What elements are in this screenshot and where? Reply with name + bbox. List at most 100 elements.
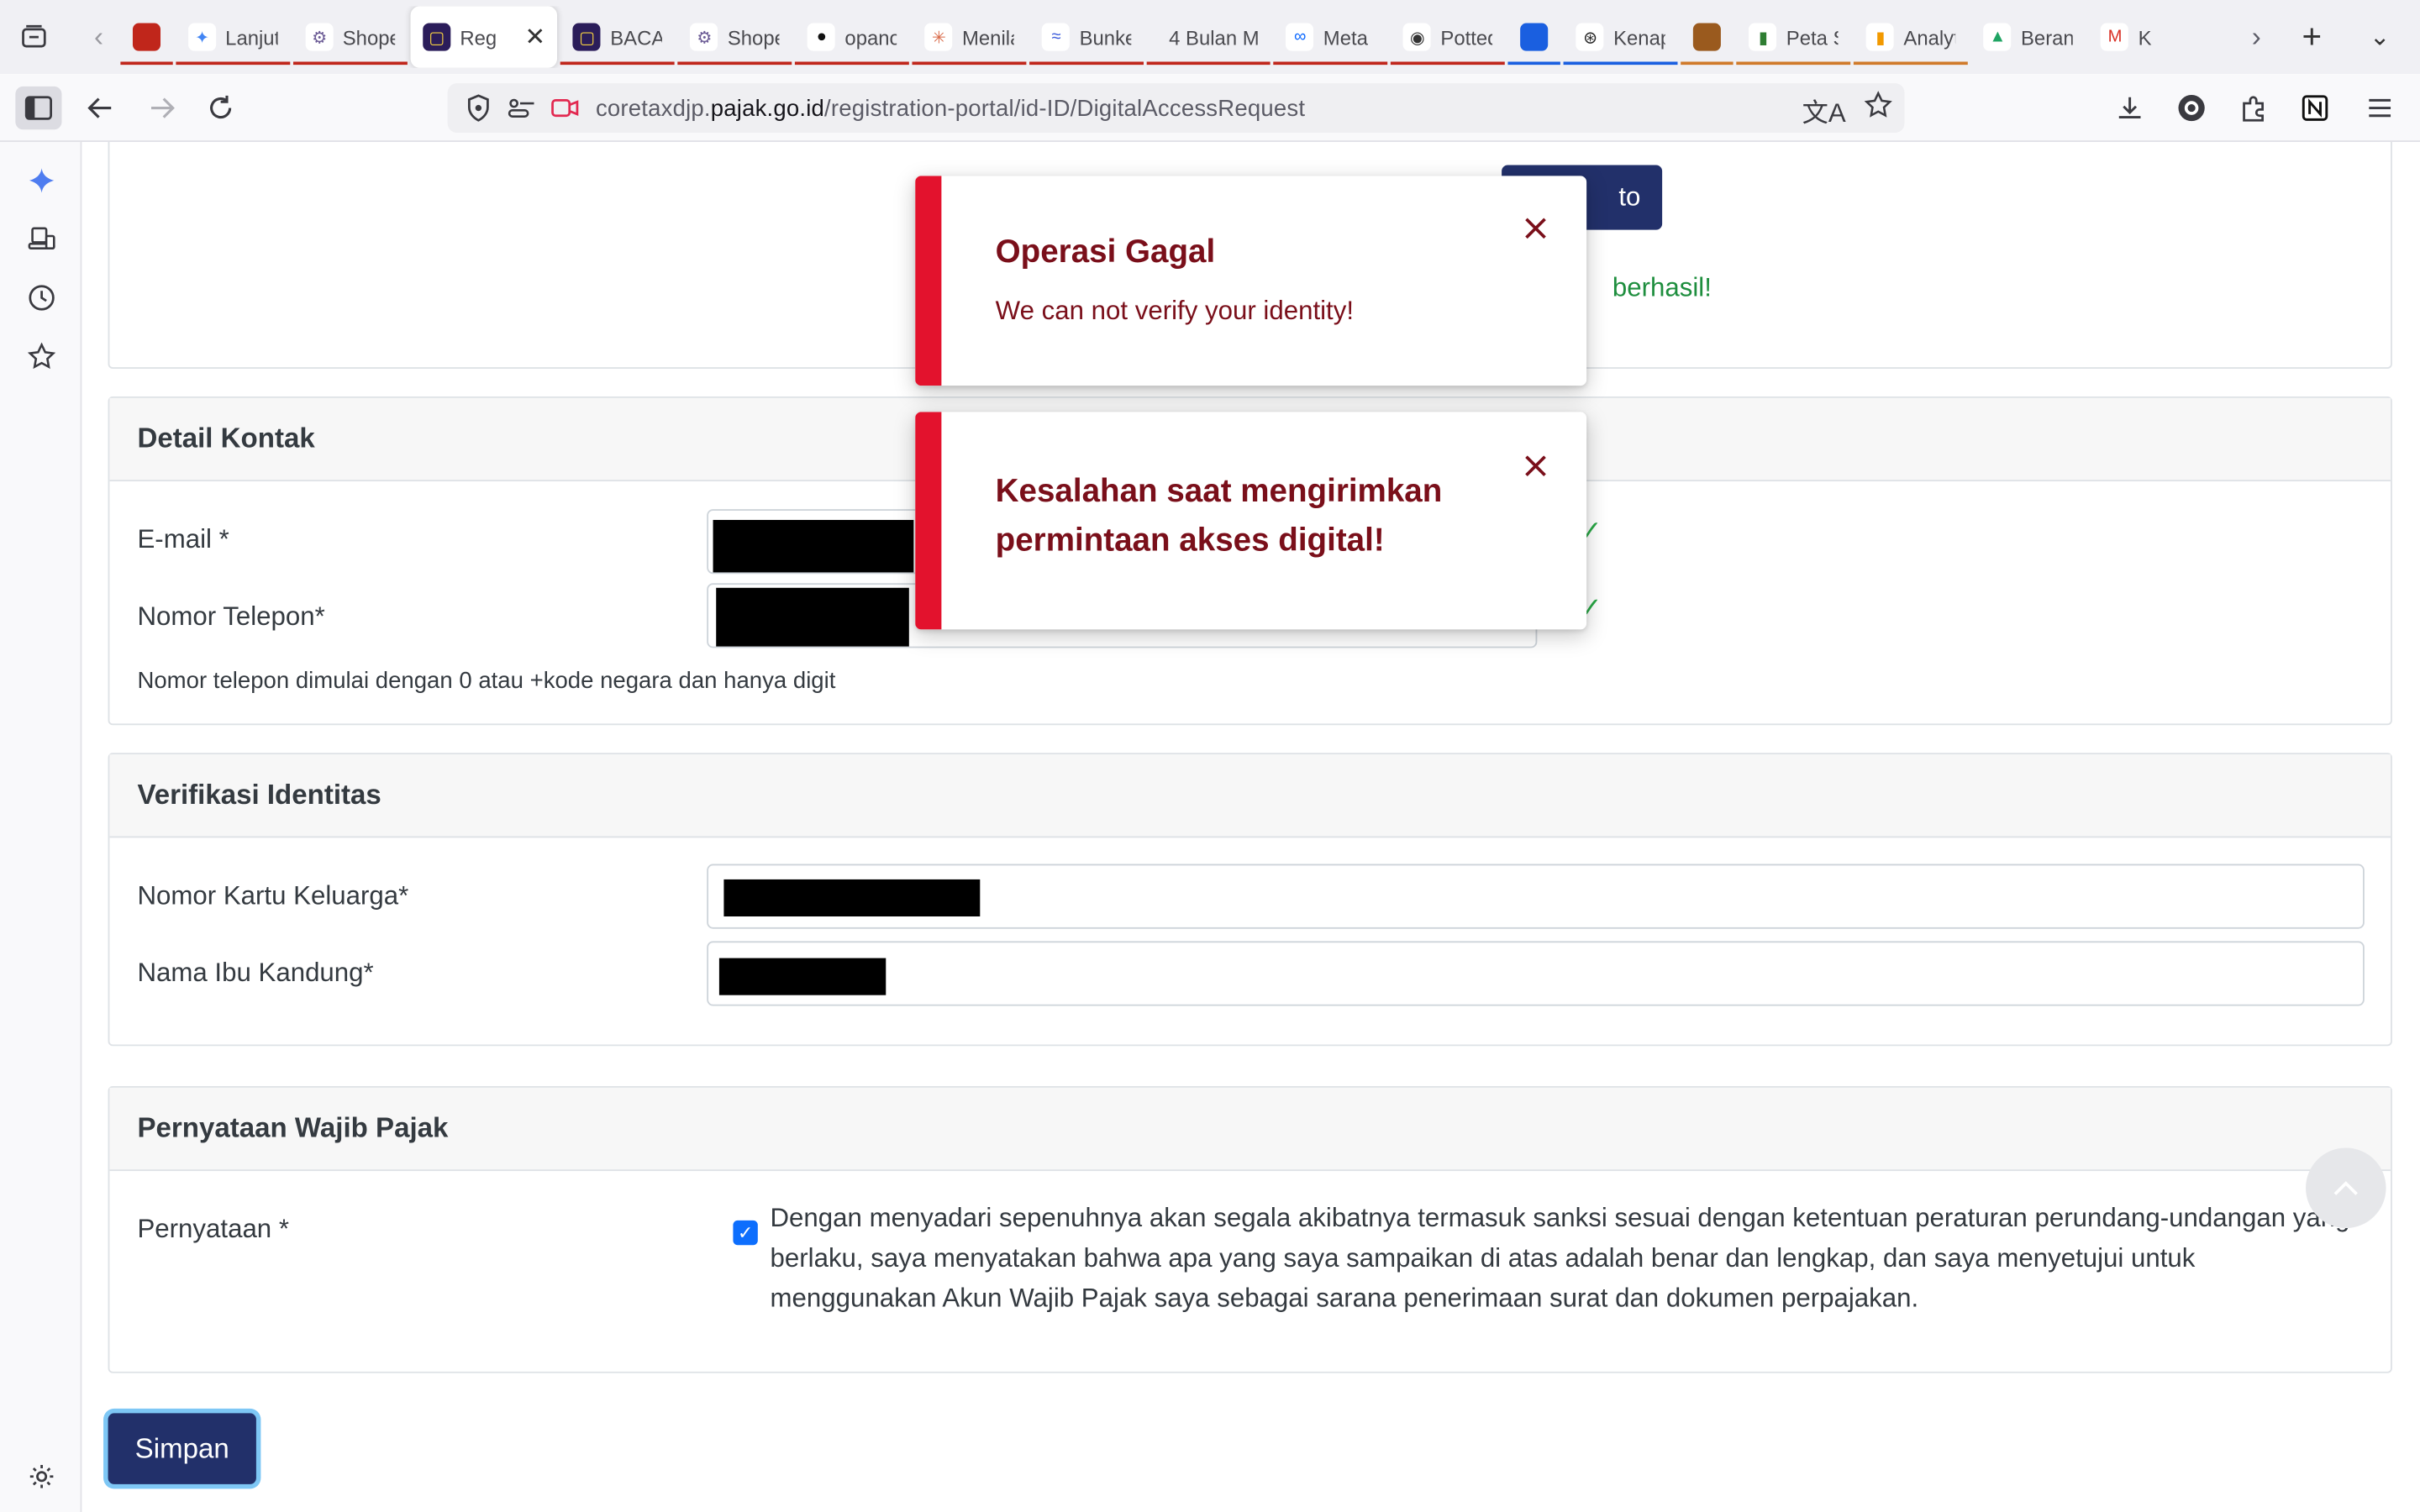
identity-verification-card: Verifikasi Identitas Nomor Kartu Keluarg… [108, 753, 2392, 1047]
scroll-to-top-button[interactable] [2306, 1147, 2386, 1229]
error-toast-submit-failed: Kesalahan saat mengirimkan permintaan ak… [915, 412, 1587, 630]
ai-chatbot-icon[interactable] [22, 160, 62, 201]
camera-blocked-icon[interactable] [550, 92, 581, 123]
tab-group-underline [1029, 61, 1144, 66]
phone-label: Nomor Telepon* [137, 601, 325, 632]
statement-agree-checkbox[interactable]: ✓ [733, 1220, 758, 1246]
tab-favicon-icon: ◉ [1403, 23, 1432, 51]
statement-text: Dengan menyadari sepenuhnya akan segala … [770, 1203, 2350, 1314]
history-icon[interactable] [22, 278, 62, 318]
tab-group-underline [1508, 61, 1561, 66]
browser-tab[interactable] [1681, 6, 1734, 67]
tab-label: Menila [962, 25, 1014, 49]
browser-tab[interactable] [1508, 6, 1561, 67]
reload-icon[interactable] [197, 87, 244, 129]
account-icon[interactable] [2170, 87, 2212, 129]
toast-error-stripe [915, 176, 942, 386]
tab-group-underline [176, 61, 291, 66]
tab-overview-icon[interactable] [15, 18, 52, 55]
tab-group-underline [913, 61, 1028, 66]
phone-help-text: Nomor telepon dimulai dengan 0 atau +kod… [137, 668, 836, 695]
tab-group-underline [1681, 61, 1734, 66]
browser-tab[interactable]: MK [2089, 6, 2203, 67]
redacted-phone [716, 587, 909, 647]
tab-favicon-icon: ▢ [423, 23, 451, 51]
bookmarks-icon[interactable] [22, 336, 62, 376]
redacted-family-card [723, 879, 981, 916]
browser-tab[interactable]: ⚙ Shope [678, 6, 792, 67]
url-text: coretaxdjp.pajak.go.id/registration-port… [595, 94, 1306, 122]
tab-group-underline [560, 61, 676, 66]
browser-tab[interactable]: ▮ Analyt [1854, 6, 1969, 67]
downloads-icon[interactable] [2108, 87, 2151, 129]
tracking-protection-icon[interactable] [463, 92, 494, 123]
taxpayer-statement-title: Pernyataan Wajib Pajak [109, 1087, 2391, 1172]
redacted-email [713, 519, 914, 573]
tab-label: 4 Bulan M [1169, 25, 1259, 49]
tab-scroll-left-icon[interactable]: ‹ [83, 18, 114, 55]
close-tab-icon[interactable]: ✕ [524, 22, 545, 53]
new-tab-icon[interactable]: + [2291, 15, 2333, 58]
back-icon[interactable] [77, 87, 124, 129]
family-card-number-field[interactable] [707, 864, 2365, 929]
tab-label: opano [844, 25, 897, 49]
close-icon[interactable] [1518, 449, 1552, 482]
site-permissions-icon[interactable] [506, 92, 537, 123]
tab-scroll-right-icon[interactable]: › [2241, 18, 2272, 55]
tab-favicon-icon: ▢ [573, 23, 602, 51]
list-all-tabs-icon[interactable]: ⌄ [2358, 15, 2401, 58]
browser-tab[interactable]: ≈ Bunke [1029, 6, 1144, 67]
tab-group-underline [292, 61, 408, 66]
address-bar[interactable]: coretaxdjp.pajak.go.id/registration-port… [447, 83, 1905, 133]
tab-label: Potted [1440, 25, 1493, 49]
tab-label: Kenap [1613, 25, 1666, 49]
browser-tab[interactable]: ● opano [795, 6, 910, 67]
translate-icon[interactable]: 文A [1802, 91, 1846, 129]
sidebar-settings-icon[interactable] [22, 1457, 62, 1497]
toast-title: Operasi Gagal [995, 234, 1216, 270]
save-button[interactable]: Simpan [108, 1413, 256, 1484]
app-menu-icon[interactable] [2358, 87, 2401, 129]
browser-tab[interactable]: ✦ Lanjut [176, 6, 291, 67]
identity-verification-title: Verifikasi Identitas [109, 754, 2391, 838]
extensions-icon[interactable] [2232, 87, 2275, 129]
tab-group-underline [1564, 61, 1679, 66]
sidebar-toggle-icon[interactable] [15, 86, 62, 130]
browser-tab[interactable]: ▲ Beran [1971, 6, 2086, 67]
tab-group-underline [1147, 61, 1271, 66]
toast-error-stripe [915, 412, 942, 630]
forward-icon[interactable] [139, 87, 185, 129]
tab-favicon-icon: ✦ [188, 23, 217, 51]
browser-tab[interactable]: ◉ Potted [1391, 6, 1506, 67]
error-toast-operation-failed: Operasi Gagal We can not verify your ide… [915, 176, 1587, 386]
tab-group-underline [1274, 61, 1388, 66]
bookmark-star-icon[interactable] [1864, 91, 1892, 129]
tab-label: Reg [460, 25, 497, 49]
tab-favicon-icon: ∞ [1286, 23, 1314, 51]
tab-label: Peta S [1786, 25, 1839, 49]
browser-tab[interactable] [120, 6, 173, 67]
tab-list: ✦ Lanjut ⚙ Shope ▢ Reg ✕ ▢ BACA ⚙ Shope ● opano ✳ Meni… [120, 6, 2219, 68]
tab-favicon-icon: ≈ [1042, 23, 1071, 51]
synced-tabs-icon[interactable] [22, 219, 62, 260]
tab-label: K [2138, 25, 2152, 49]
tab-label: Meta I [1323, 25, 1376, 49]
browser-tab[interactable]: ⊛ Kenap [1564, 6, 1679, 67]
tab-label: Analyt [1903, 25, 1956, 49]
tab-group-underline [795, 61, 910, 66]
browser-tab[interactable]: ∞ Meta I [1274, 6, 1388, 67]
browser-tab[interactable]: ▮ Peta S [1737, 6, 1851, 67]
email-field[interactable] [707, 509, 939, 575]
email-label: E-mail * [137, 524, 229, 554]
tab-favicon-icon: ⊛ [1576, 23, 1605, 51]
notion-icon[interactable] [2293, 87, 2336, 129]
browser-tab[interactable]: ▢ Reg ✕ [410, 6, 558, 68]
browser-tab[interactable]: ⚙ Shope [292, 6, 408, 67]
close-icon[interactable] [1518, 212, 1552, 245]
mother-name-field[interactable] [707, 941, 2365, 1006]
tab-favicon-icon: ⚙ [305, 23, 334, 51]
browser-tab[interactable]: ▢ BACA [560, 6, 676, 67]
tab-favicon-icon: ⚙ [690, 23, 718, 51]
browser-tab[interactable]: ✳ Menila [913, 6, 1028, 67]
browser-tab[interactable]: 4 Bulan M [1147, 6, 1271, 67]
